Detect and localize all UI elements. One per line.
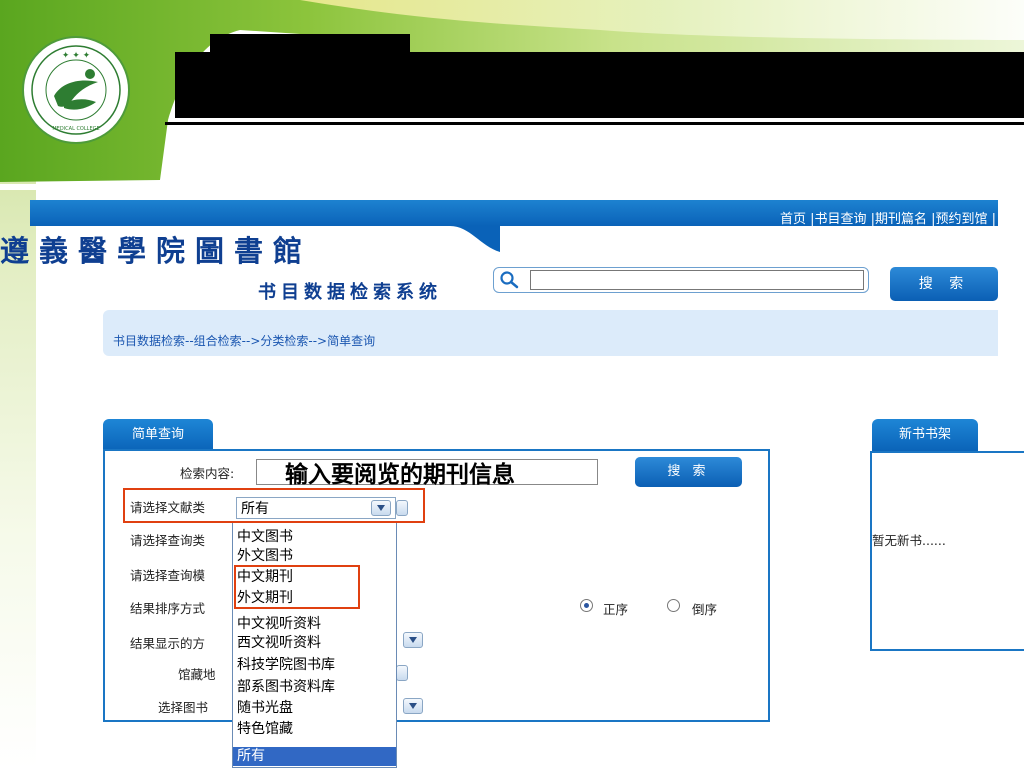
new-books-panel [870,451,1024,651]
option-western-av[interactable]: 西文视听资料 [233,634,396,653]
sort-asc-label: 正序 [603,602,629,617]
slide-title-bar [175,52,1024,118]
no-new-books-text: 暂无新书...... [872,533,946,548]
option-chinese-books[interactable]: 中文图书 [233,528,396,547]
slide-title-rule [165,122,1024,125]
location-dropdown-button[interactable] [396,665,408,681]
tab-new-books[interactable]: 新书书架 [872,419,978,451]
sort-asc-radio[interactable] [580,599,593,612]
doc-type-options-list: 中文图书 外文图书 中文期刊 外文期刊 中文视听资料 西文视听资料 科技学院图书… [232,522,397,768]
option-dept-library[interactable]: 部系图书资料库 [233,678,396,697]
chevron-down-icon [409,703,417,709]
option-chinese-av[interactable]: 中文视听资料 [233,615,396,634]
chevron-down-icon [409,637,417,643]
option-all[interactable]: 所有 [233,747,396,766]
top-nav-links[interactable]: 首页 |书目查询 |期刊篇名 |预约到馆 | [780,208,996,227]
search-icon [500,271,519,289]
sort-order-label: 结果排序方式 [130,601,206,616]
search-content-value: 输入要阅览的期刊信息 [285,462,515,488]
svg-text:✦ ✦ ✦: ✦ ✦ ✦ [62,51,91,61]
option-tech-library[interactable]: 科技学院图书库 [233,656,396,675]
location-label: 馆藏地 [178,667,216,682]
header-search-input[interactable] [530,270,864,290]
query-mode-label: 请选择查询模 [130,568,206,583]
display-mode-dropdown-button[interactable] [403,632,423,648]
doc-type-highlight-box [123,488,425,523]
search-content-label: 检索内容: [180,466,235,481]
header-search-button[interactable]: 搜 索 [890,267,998,301]
query-type-label: 请选择查询类 [130,533,206,548]
sort-desc-radio[interactable] [667,599,680,612]
sort-desc-label: 倒序 [692,602,718,617]
library-name: 遵義醫學院圖書館 [0,234,313,268]
slide-title-bar-tab [210,34,410,54]
book-select-label: 选择图书 [158,700,209,715]
option-special-collection[interactable]: 特色馆藏 [233,720,396,739]
query-search-button[interactable]: 搜 索 [635,457,742,487]
svg-text:MEDICAL COLLEGE: MEDICAL COLLEGE [52,126,99,132]
option-cd-with-book[interactable]: 随书光盘 [233,699,396,718]
college-logo: ✦ ✦ ✦ MEDICAL COLLEGE [22,36,130,144]
option-foreign-books[interactable]: 外文图书 [233,547,396,566]
system-name: 书目数据检索系统 [258,282,442,303]
tab-simple-query[interactable]: 简单查询 [103,419,213,451]
display-mode-label: 结果显示的方 [130,636,206,651]
book-select-dropdown-button[interactable] [403,698,423,714]
breadcrumb[interactable]: 书目数据检索--组合检索-->分类检索-->简单查询 [113,332,375,349]
radio-selected-dot [584,603,589,608]
journal-options-highlight-box [234,565,360,609]
